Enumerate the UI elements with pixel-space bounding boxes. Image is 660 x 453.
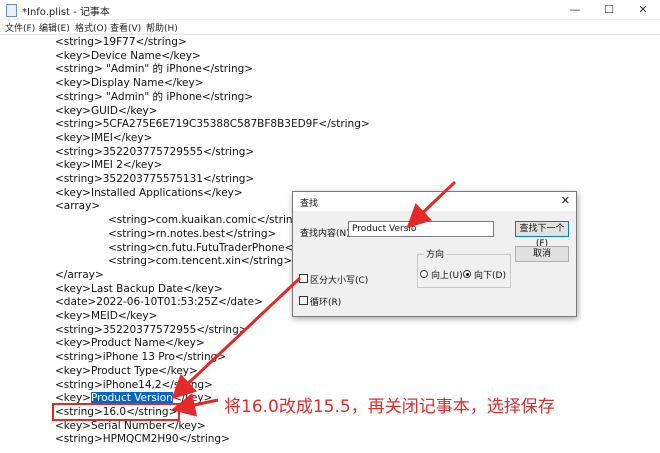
editor-line-version-value: <string>16.0</string> (51, 403, 181, 421)
find-dialog-title: 查找 (300, 199, 319, 209)
match-case-checkbox[interactable] (299, 274, 308, 283)
editor-line: <key>MEID</key> (55, 310, 158, 322)
editor-line: <string>35220377572955</string> (55, 323, 248, 336)
editor-line: <string>com.kuaikan.comic</string> (108, 214, 308, 227)
editor-line: <key>IMEI</key> (55, 131, 153, 144)
editor-line-product-version-key: <key>Product Version</key> (55, 391, 212, 405)
maximize-button[interactable]: ☐ (594, 0, 624, 19)
version-value-highlight: <string>16.0</string> (51, 403, 181, 421)
find-next-button[interactable]: 查找下一个(F) (515, 221, 569, 249)
editor-line: <key>Serial Number</key> (55, 419, 206, 432)
find-dialog-close-button[interactable]: ✕ (561, 194, 570, 207)
menu-bar: 文件(F) 编辑(E) 格式(O) 查看(V) 帮助(H) (0, 19, 660, 35)
editor-line: </array> (55, 268, 104, 281)
selected-search-match: Product Version (90, 392, 173, 405)
minimize-button[interactable]: — (560, 0, 590, 19)
find-what-label: 查找内容(N): (300, 229, 353, 239)
editor-line: <string>HPMQCM2H90</string> (55, 433, 230, 446)
editor-line: <key>Display Name</key> (55, 77, 204, 90)
close-button[interactable]: ✕ (628, 0, 658, 19)
menu-view[interactable]: 查看(V) (110, 21, 141, 34)
direction-up-label[interactable]: 向上(U) (431, 268, 463, 281)
editor-line: <string>5CFA275E6E719C35388C587BF8B3ED9F… (55, 118, 370, 131)
editor-line: <key>IMEI 2</key> (55, 159, 163, 172)
editor-line: <string>com.tencent.xin</string> (108, 255, 293, 268)
editor-line: <array> (55, 200, 101, 213)
editor-line: <string> "Admin" 的 iPhone</string> (55, 63, 254, 76)
editor-line: <string>cn.futu.FutuTraderPhone</s (108, 241, 303, 254)
direction-down-label[interactable]: 向下(D) (474, 268, 506, 281)
window-title: *Info.plist - 记事本 (22, 7, 110, 18)
editor-line: <key>Installed Applications</key> (55, 186, 243, 199)
instruction-annotation: 将16.0改成15.5，再关闭记事本，选择保存 (224, 397, 555, 417)
editor-line: <string>352203775729555</string> (55, 145, 255, 158)
editor-line: <key>Device Name</key> (55, 49, 201, 62)
find-what-input[interactable]: Product Versio (348, 221, 494, 237)
key-close-tag: </key> (172, 392, 213, 405)
direction-label: 方向 (424, 247, 447, 260)
match-case-label[interactable]: 区分大小写(C) (310, 273, 368, 286)
title-bar: *Info.plist - 记事本 — ☐ ✕ (0, 0, 660, 20)
editor-line: <key>Last Backup Date</key> (55, 282, 223, 295)
menu-edit[interactable]: 编辑(E) (39, 21, 70, 34)
editor-line: <string>352203775575131</string> (55, 173, 255, 185)
direction-up-radio[interactable] (420, 270, 428, 278)
direction-down-radio[interactable] (463, 270, 471, 278)
find-dialog-titlebar[interactable]: 查找 ✕ (293, 192, 576, 211)
menu-file[interactable]: 文件(F) (5, 21, 35, 34)
key-open-tag: <key> (55, 392, 91, 405)
menu-format[interactable]: 格式(O) (75, 21, 107, 34)
editor-line: <string>iPhone 13 Pro</string> (55, 351, 227, 364)
editor-line: <string>iPhone14,2</string> (55, 378, 213, 391)
editor-line: <key>GUID</key> (55, 104, 158, 117)
editor-line: <key>Product Type</key> (55, 364, 198, 377)
menu-help[interactable]: 帮助(H) (146, 21, 178, 34)
find-dialog: 查找 ✕ 查找内容(N): Product Versio 查找下一个(F) 取消… (292, 191, 577, 317)
editor-line: <string>rn.notes.best</string> (108, 227, 277, 240)
editor-line: <string> "Admin" 的 iPhone</string> (55, 90, 254, 103)
notepad-icon (6, 4, 17, 17)
editor-line: <date>2022-06-10T01:53:25Z</date> (55, 296, 263, 309)
wrap-around-label[interactable]: 循环(R) (310, 295, 341, 308)
wrap-around-checkbox[interactable] (299, 296, 308, 305)
editor-line: <key>Product Name</key> (55, 337, 205, 350)
cancel-button[interactable]: 取消 (515, 246, 569, 262)
editor-line: <string>19F77</string> (55, 36, 187, 48)
